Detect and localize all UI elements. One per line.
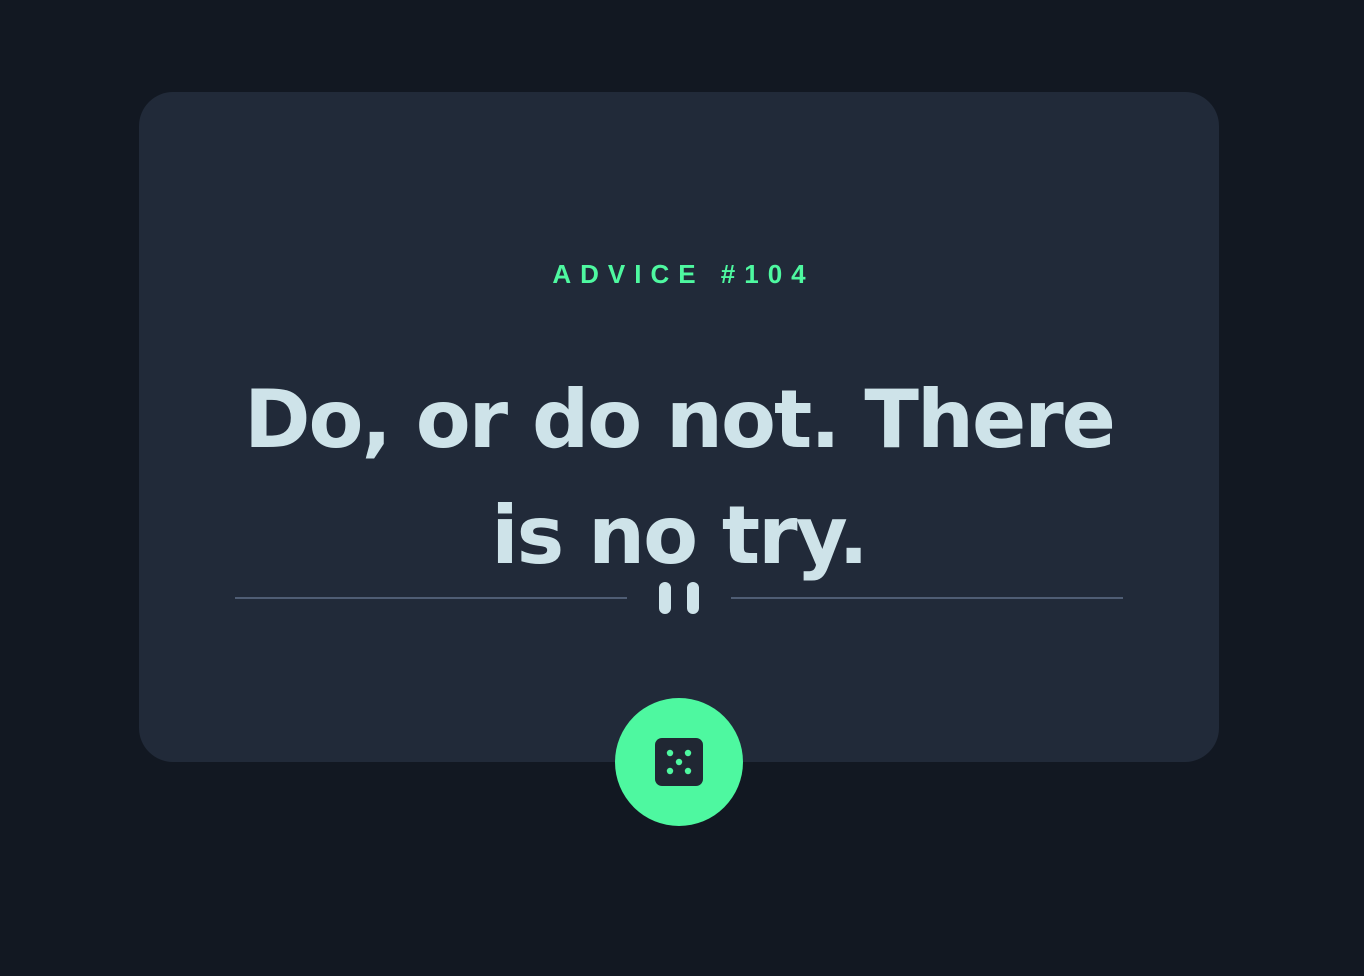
advice-card: ADVICE #104 Do, or do not. There is no t… bbox=[139, 92, 1219, 762]
advice-text: Do, or do not. There is no try. bbox=[244, 373, 1116, 582]
new-advice-button[interactable] bbox=[615, 698, 743, 826]
advice-id-label: ADVICE #104 bbox=[552, 259, 815, 289]
divider-line-left bbox=[235, 597, 627, 599]
quote-divider bbox=[235, 582, 1123, 614]
pause-bar-left bbox=[659, 582, 671, 614]
pause-bar-right bbox=[687, 582, 699, 614]
dice-icon bbox=[655, 738, 703, 786]
pause-icon bbox=[659, 582, 699, 614]
divider-line-right bbox=[731, 597, 1123, 599]
